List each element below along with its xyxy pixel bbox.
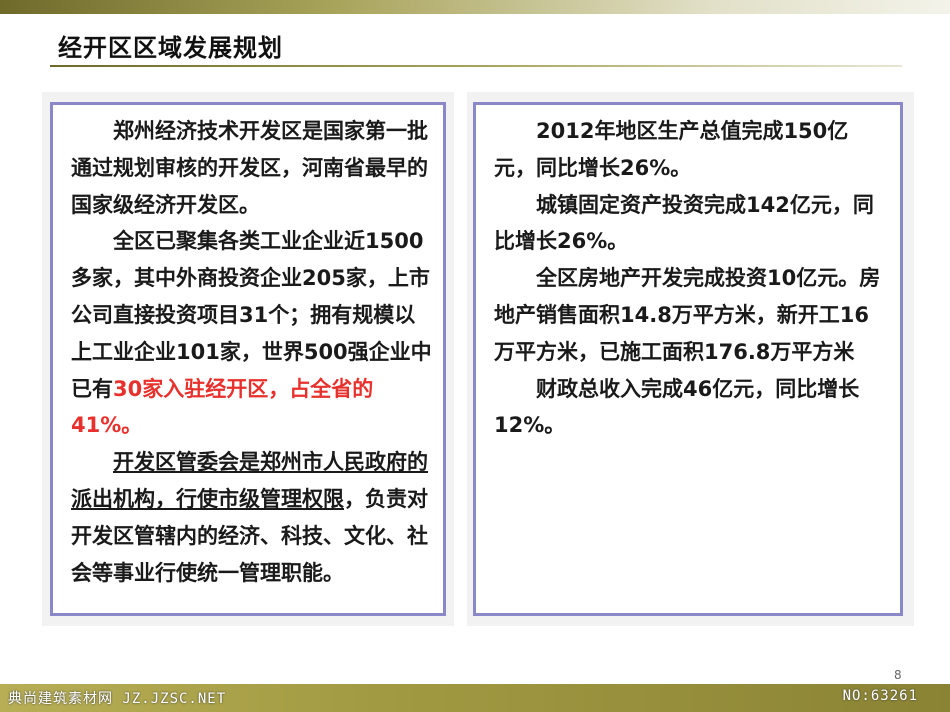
intro-paragraph: 郑州经济技术开发区是国家第一批通过规划审核的开发区，河南省最早的国家级经济开发区… [71, 119, 428, 217]
page-number: 8 [894, 668, 902, 682]
investment-paragraph: 城镇固定资产投资完成142亿元，同比增长26%。 [494, 192, 874, 254]
title-divider [50, 65, 902, 67]
gdp-paragraph: 2012年地区生产总值完成150亿元，同比增长26%。 [494, 119, 849, 180]
right-info-card: 2012年地区生产总值完成150亿元，同比增长26%。 城镇固定资产投资完成14… [473, 102, 903, 616]
slide-title: 经开区区域发展规划 [58, 34, 283, 62]
watermark-site: 典尚建筑素材网 JZ.JZSC.NET [8, 691, 227, 707]
real-estate-paragraph: 全区房地产开发完成投资10亿元。房地产销售面积14.8万平方米，新开工16万平方… [494, 266, 881, 364]
left-info-card: 郑州经济技术开发区是国家第一批通过规划审核的开发区，河南省最早的国家级经济开发区… [50, 102, 446, 616]
watermark-number: NO:63261 [842, 688, 918, 704]
enterprise-paragraph: 全区已聚集各类工业企业近1500多家，其中外商投资企业205家，上市公司直接投资… [71, 223, 433, 444]
committee-paragraph: 开发区管委会是郑州市人民政府的派出机构，行使市级管理权限，负责对开发区管辖内的经… [71, 444, 433, 591]
fortune500-highlight: 30家入驻经开区，占全省的41%。 [71, 376, 374, 438]
enterprise-text: 全区已聚集各类工业企业近1500多家，其中外商投资企业205家，上市公司直接投资… [71, 229, 432, 401]
revenue-paragraph: 财政总收入完成46亿元，同比增长12%。 [494, 376, 860, 438]
top-decor-band [0, 0, 950, 14]
